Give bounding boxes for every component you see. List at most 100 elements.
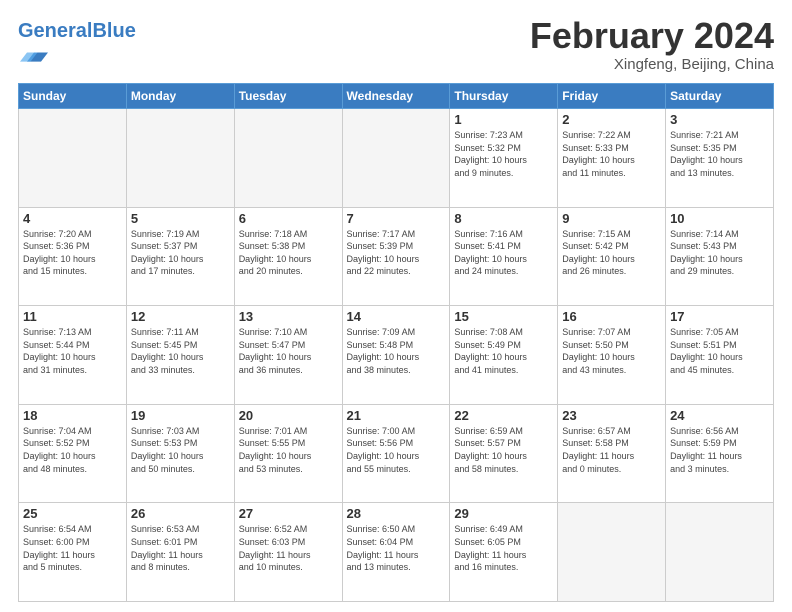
- location-subtitle: Xingfeng, Beijing, China: [530, 56, 774, 73]
- day-number: 12: [131, 309, 230, 324]
- table-row: 1 Sunrise: 7:23 AMSunset: 5:32 PMDaylight…: [450, 109, 558, 208]
- day-number: 5: [131, 211, 230, 226]
- day-info: Sunrise: 7:18 AMSunset: 5:38 PMDaylight:…: [239, 228, 338, 278]
- day-info: Sunrise: 7:10 AMSunset: 5:47 PMDaylight:…: [239, 326, 338, 376]
- table-row: 22 Sunrise: 6:59 AMSunset: 5:57 PMDayligh…: [450, 404, 558, 503]
- table-row: 2Sunrise: 7:22 AMSunset: 5:33 PMDaylight…: [558, 109, 666, 208]
- logo: GeneralBlue: [18, 20, 136, 75]
- col-tuesday: Tuesday: [234, 84, 342, 109]
- day-number: 26: [131, 506, 230, 521]
- day-number: 29: [454, 506, 553, 521]
- table-row: 17 Sunrise: 7:05 AMSunset: 5:51 PMDayligh…: [666, 306, 774, 405]
- table-row: 23 Sunrise: 6:57 AMSunset: 5:58 PMDayligh…: [558, 404, 666, 503]
- day-info: Sunrise: 7:09 AMSunset: 5:48 PMDaylight:…: [347, 326, 446, 376]
- day-info: Sunrise: 7:19 AMSunset: 5:37 PMDaylight:…: [131, 228, 230, 278]
- col-thursday: Thursday: [450, 84, 558, 109]
- logo-icon: [20, 42, 48, 70]
- table-row: [234, 109, 342, 208]
- day-info: Sunrise: 7:17 AMSunset: 5:39 PMDaylight:…: [347, 228, 446, 278]
- day-number: 1: [454, 112, 553, 127]
- table-row: 11 Sunrise: 7:13 AMSunset: 5:44 PMDayligh…: [19, 306, 127, 405]
- table-row: [666, 503, 774, 602]
- day-info: Sunrise: 7:01 AMSunset: 5:55 PMDaylight:…: [239, 425, 338, 475]
- table-row: 21 Sunrise: 7:00 AMSunset: 5:56 PMDayligh…: [342, 404, 450, 503]
- col-saturday: Saturday: [666, 84, 774, 109]
- calendar-week-row: 1 Sunrise: 7:23 AMSunset: 5:32 PMDaylight…: [19, 109, 774, 208]
- day-info: Sunrise: 7:16 AMSunset: 5:41 PMDaylight:…: [454, 228, 553, 278]
- table-row: 15 Sunrise: 7:08 AMSunset: 5:49 PMDayligh…: [450, 306, 558, 405]
- title-block: February 2024 Xingfeng, Beijing, China: [530, 16, 774, 73]
- day-number: 8: [454, 211, 553, 226]
- day-info: Sunrise: 6:53 AMSunset: 6:01 PMDaylight:…: [131, 523, 230, 573]
- day-number: 7: [347, 211, 446, 226]
- day-info: Sunrise: 7:20 AMSunset: 5:36 PMDaylight:…: [23, 228, 122, 278]
- table-row: 24 Sunrise: 6:56 AMSunset: 5:59 PMDayligh…: [666, 404, 774, 503]
- table-row: 28 Sunrise: 6:50 AMSunset: 6:04 PMDayligh…: [342, 503, 450, 602]
- calendar-week-row: 11 Sunrise: 7:13 AMSunset: 5:44 PMDayligh…: [19, 306, 774, 405]
- calendar-week-row: 25 Sunrise: 6:54 AMSunset: 6:00 PMDayligh…: [19, 503, 774, 602]
- table-row: 20 Sunrise: 7:01 AMSunset: 5:55 PMDayligh…: [234, 404, 342, 503]
- day-number: 13: [239, 309, 338, 324]
- table-row: 8 Sunrise: 7:16 AMSunset: 5:41 PMDaylight…: [450, 207, 558, 306]
- calendar-header-row: Sunday Monday Tuesday Wednesday Thursday…: [19, 84, 774, 109]
- day-info: Sunrise: 7:21 AMSunset: 5:35 PMDaylight:…: [670, 129, 769, 179]
- day-info: Sunrise: 7:15 AMSunset: 5:42 PMDaylight:…: [562, 228, 661, 278]
- day-number: 9: [562, 211, 661, 226]
- table-row: 27Sunrise: 6:52 AMSunset: 6:03 PMDayligh…: [234, 503, 342, 602]
- day-number: 22: [454, 408, 553, 423]
- day-number: 28: [347, 506, 446, 521]
- day-info: Sunrise: 7:14 AMSunset: 5:43 PMDaylight:…: [670, 228, 769, 278]
- table-row: 29 Sunrise: 6:49 AMSunset: 6:05 PMDayligh…: [450, 503, 558, 602]
- table-row: [126, 109, 234, 208]
- day-info: Sunrise: 6:54 AMSunset: 6:00 PMDaylight:…: [23, 523, 122, 573]
- day-number: 18: [23, 408, 122, 423]
- table-row: [19, 109, 127, 208]
- day-info: Sunrise: 7:13 AMSunset: 5:44 PMDaylight:…: [23, 326, 122, 376]
- table-row: 12 Sunrise: 7:11 AMSunset: 5:45 PMDayligh…: [126, 306, 234, 405]
- day-number: 11: [23, 309, 122, 324]
- day-number: 3: [670, 112, 769, 127]
- day-number: 2: [562, 112, 661, 127]
- day-number: 15: [454, 309, 553, 324]
- table-row: 6 Sunrise: 7:18 AMSunset: 5:38 PMDaylight…: [234, 207, 342, 306]
- table-row: 19Sunrise: 7:03 AMSunset: 5:53 PMDayligh…: [126, 404, 234, 503]
- col-wednesday: Wednesday: [342, 84, 450, 109]
- day-number: 10: [670, 211, 769, 226]
- day-info: Sunrise: 7:04 AMSunset: 5:52 PMDaylight:…: [23, 425, 122, 475]
- day-number: 27: [239, 506, 338, 521]
- day-info: Sunrise: 7:05 AMSunset: 5:51 PMDaylight:…: [670, 326, 769, 376]
- day-number: 16: [562, 309, 661, 324]
- col-friday: Friday: [558, 84, 666, 109]
- day-info: Sunrise: 6:56 AMSunset: 5:59 PMDaylight:…: [670, 425, 769, 475]
- table-row: 18 Sunrise: 7:04 AMSunset: 5:52 PMDayligh…: [19, 404, 127, 503]
- day-info: Sunrise: 6:57 AMSunset: 5:58 PMDaylight:…: [562, 425, 661, 475]
- day-info: Sunrise: 6:50 AMSunset: 6:04 PMDaylight:…: [347, 523, 446, 573]
- col-monday: Monday: [126, 84, 234, 109]
- day-number: 6: [239, 211, 338, 226]
- table-row: 9 Sunrise: 7:15 AMSunset: 5:42 PMDaylight…: [558, 207, 666, 306]
- day-info: Sunrise: 7:07 AMSunset: 5:50 PMDaylight:…: [562, 326, 661, 376]
- day-info: Sunrise: 7:08 AMSunset: 5:49 PMDaylight:…: [454, 326, 553, 376]
- day-number: 14: [347, 309, 446, 324]
- day-info: Sunrise: 7:23 AMSunset: 5:32 PMDaylight:…: [454, 129, 553, 179]
- day-info: Sunrise: 6:59 AMSunset: 5:57 PMDaylight:…: [454, 425, 553, 475]
- table-row: 14 Sunrise: 7:09 AMSunset: 5:48 PMDayligh…: [342, 306, 450, 405]
- calendar-table: Sunday Monday Tuesday Wednesday Thursday…: [18, 83, 774, 602]
- day-number: 24: [670, 408, 769, 423]
- table-row: [558, 503, 666, 602]
- page: GeneralBlue February 2024 Xingfeng, Beij…: [0, 0, 792, 612]
- day-number: 20: [239, 408, 338, 423]
- logo-blue: Blue: [92, 20, 135, 42]
- day-info: Sunrise: 7:00 AMSunset: 5:56 PMDaylight:…: [347, 425, 446, 475]
- day-number: 23: [562, 408, 661, 423]
- calendar-week-row: 4Sunrise: 7:20 AMSunset: 5:36 PMDaylight…: [19, 207, 774, 306]
- day-number: 25: [23, 506, 122, 521]
- table-row: 4Sunrise: 7:20 AMSunset: 5:36 PMDaylight…: [19, 207, 127, 306]
- calendar-week-row: 18 Sunrise: 7:04 AMSunset: 5:52 PMDayligh…: [19, 404, 774, 503]
- day-number: 21: [347, 408, 446, 423]
- logo-text: GeneralBlue: [18, 20, 136, 42]
- day-info: Sunrise: 7:11 AMSunset: 5:45 PMDaylight:…: [131, 326, 230, 376]
- day-info: Sunrise: 6:49 AMSunset: 6:05 PMDaylight:…: [454, 523, 553, 573]
- day-number: 17: [670, 309, 769, 324]
- table-row: 7 Sunrise: 7:17 AMSunset: 5:39 PMDaylight…: [342, 207, 450, 306]
